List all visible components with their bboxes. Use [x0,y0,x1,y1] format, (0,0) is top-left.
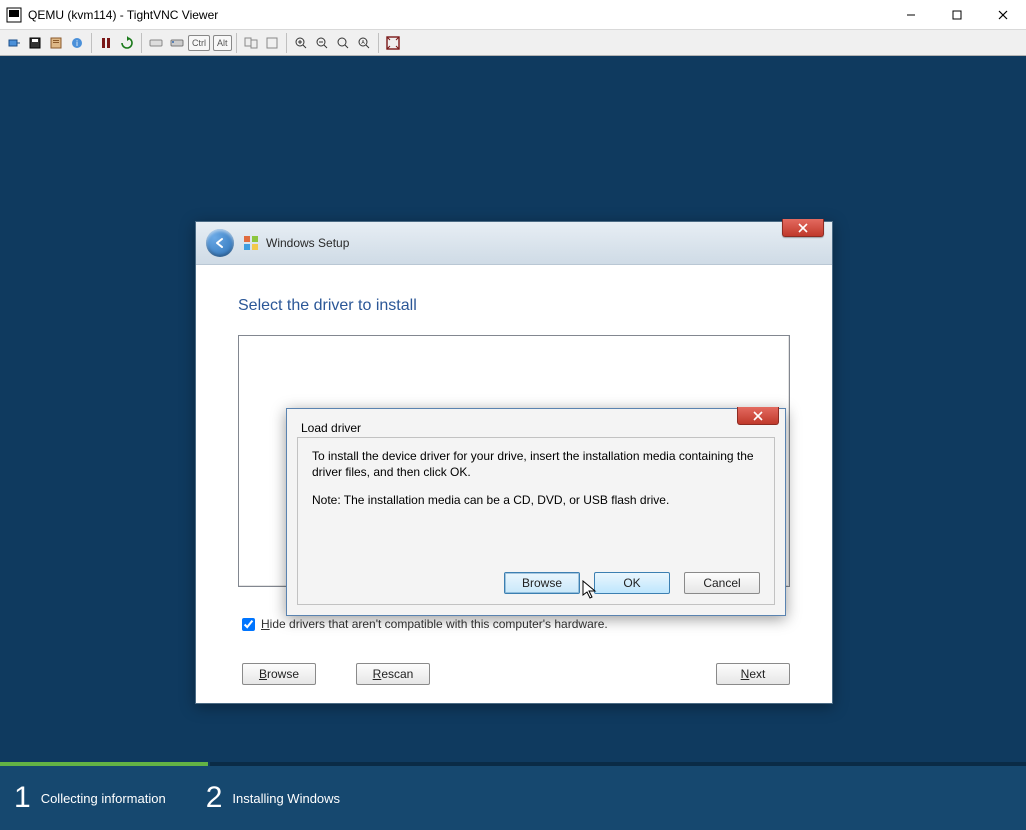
toolbar-fullscreen-icon[interactable] [383,33,403,53]
hide-drivers-checkbox[interactable]: Hide drivers that aren't compatible with… [242,617,608,631]
load-driver-title: Load driver [287,409,785,439]
vnc-viewer-window: QEMU (kvm114) - TightVNC Viewer i Ctrl A… [0,0,1026,830]
toolbar-alt-key[interactable]: Alt [213,35,232,51]
svg-text:i: i [76,39,78,48]
step-collecting-info: 1 Collecting information [14,781,166,815]
load-driver-text: To install the device driver for your dr… [312,448,760,509]
step-installing-windows: 2 Installing Windows [206,781,340,815]
toolbar-save-icon[interactable] [25,33,45,53]
setup-title: Windows Setup [266,236,349,250]
minimize-button[interactable] [888,0,934,29]
progress-segment-done [0,762,208,766]
load-ok-button[interactable]: OK [594,572,670,594]
load-cancel-button[interactable]: Cancel [684,572,760,594]
toolbar-transfer-icon[interactable] [241,33,261,53]
load-browse-button[interactable]: Browse [504,572,580,594]
vnc-titlebar[interactable]: QEMU (kvm114) - TightVNC Viewer [0,0,1026,30]
install-progress-footer: 1 Collecting information 2 Installing Wi… [0,762,1026,830]
vnc-app-icon [6,7,22,23]
toolbar-zoomout-icon[interactable] [312,33,332,53]
setup-close-button[interactable] [782,219,824,237]
step1-label: Collecting information [41,791,166,806]
step2-label: Installing Windows [232,791,340,806]
toolbar-zoom100-icon[interactable] [333,33,353,53]
toolbar-zoomin-icon[interactable] [291,33,311,53]
hide-drivers-label: Hide drivers that aren't compatible with… [261,617,608,631]
load-driver-dialog: Load driver To install the device driver… [286,408,786,616]
toolbar-cad-icon[interactable] [146,33,166,53]
setup-browse-button[interactable]: Browse [242,663,316,685]
toolbar-ctrlesc-icon[interactable] [167,33,187,53]
load-driver-frame: To install the device driver for your dr… [297,437,775,605]
toolbar-pause-icon[interactable] [96,33,116,53]
setup-rescan-button[interactable]: Rescan [356,663,430,685]
setup-next-button[interactable]: Next [716,663,790,685]
toolbar-ctrl-key[interactable]: Ctrl [188,35,210,51]
toolbar-info-icon[interactable]: i [67,33,87,53]
setup-heading: Select the driver to install [238,297,790,315]
setup-header[interactable]: Windows Setup [196,222,832,265]
remote-desktop: Windows Setup Select the driver to insta… [0,56,1026,830]
window-title: QEMU (kvm114) - TightVNC Viewer [28,8,218,22]
toolbar-refresh-icon[interactable] [117,33,137,53]
hide-drivers-check-input[interactable] [242,618,255,631]
windows-logo-icon [242,234,260,252]
toolbar-zoomauto-icon[interactable]: A [354,33,374,53]
back-button[interactable] [206,229,234,257]
toolbar-scale-icon[interactable] [262,33,282,53]
toolbar-options-icon[interactable] [46,33,66,53]
maximize-button[interactable] [934,0,980,29]
close-button[interactable] [980,0,1026,29]
toolbar-connect-icon[interactable] [4,33,24,53]
vnc-toolbar: i Ctrl Alt A [0,30,1026,56]
load-close-button[interactable] [737,407,779,425]
